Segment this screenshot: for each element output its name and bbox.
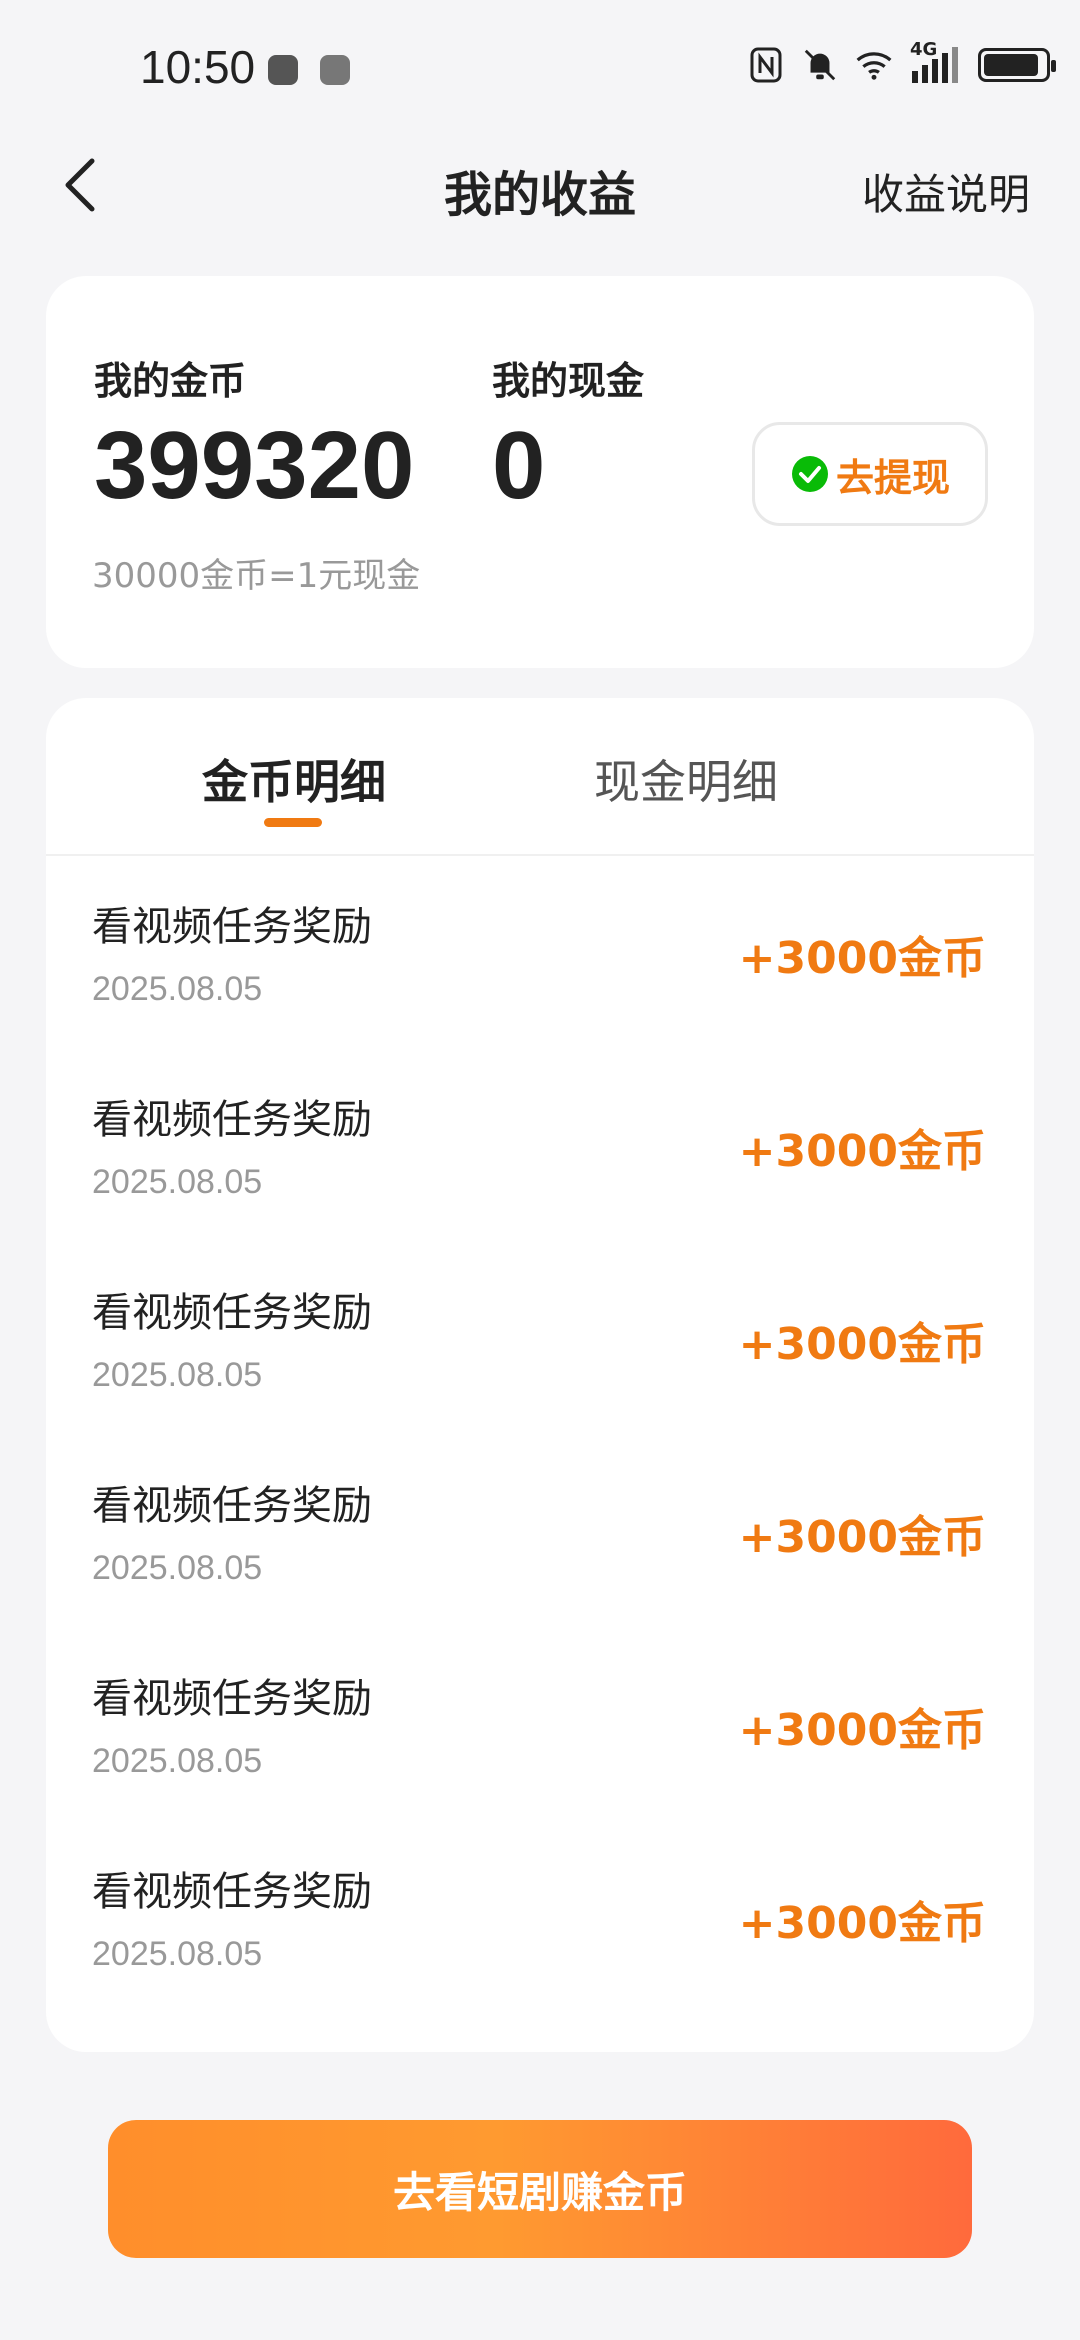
- exchange-rate-text: 30000金币=1元现金: [92, 556, 421, 596]
- battery-icon: [978, 48, 1056, 82]
- record-list: 看视频任务奖励 2025.08.05 +3000金币 看视频任务奖励 2025.…: [46, 856, 1034, 2014]
- record-amount: +3000金币: [738, 1319, 986, 1370]
- record-amount: +3000金币: [738, 1705, 986, 1756]
- record-amount: +3000金币: [738, 1512, 986, 1563]
- earnings-explanation-link[interactable]: 收益说明: [862, 161, 1030, 222]
- withdraw-button[interactable]: 去提现: [752, 422, 988, 526]
- tab-cash-details[interactable]: 现金明细: [536, 746, 836, 812]
- wifi-icon: [856, 45, 892, 85]
- record-title: 看视频任务奖励: [92, 1676, 372, 1722]
- record-title: 看视频任务奖励: [92, 1869, 372, 1915]
- list-item: 看视频任务奖励 2025.08.05 +3000金币: [46, 1821, 1034, 2014]
- record-date: 2025.08.05: [92, 970, 263, 1008]
- record-date: 2025.08.05: [92, 1742, 263, 1780]
- record-title: 看视频任务奖励: [92, 904, 372, 950]
- record-title: 看视频任务奖励: [92, 1290, 372, 1336]
- battery-level: [984, 54, 1038, 76]
- cash-balance: 我的现金 0: [492, 350, 644, 514]
- record-amount: +3000金币: [738, 933, 986, 984]
- signal-4g-icon: 4G: [910, 39, 960, 85]
- cash-value: 0: [492, 412, 546, 519]
- nav-bar: 我的收益 收益说明: [0, 135, 1080, 235]
- coins-value: 399320: [94, 412, 415, 519]
- watch-drama-earn-coins-button[interactable]: 去看短剧赚金币: [108, 2120, 972, 2258]
- withdraw-label: 去提现: [835, 455, 950, 500]
- coins-label: 我的金币: [94, 359, 247, 403]
- mute-icon: [802, 45, 838, 85]
- active-tab-indicator: [264, 818, 322, 827]
- record-title: 看视频任务奖励: [92, 1483, 372, 1529]
- record-date: 2025.08.05: [92, 1549, 263, 1587]
- list-item: 看视频任务奖励 2025.08.05 +3000金币: [46, 1049, 1034, 1242]
- record-date: 2025.08.05: [92, 1163, 263, 1201]
- nfc-icon: [748, 45, 784, 85]
- list-item: 看视频任务奖励 2025.08.05 +3000金币: [46, 1242, 1034, 1435]
- detail-card: 金币明细 现金明细 看视频任务奖励 2025.08.05 +3000金币 看视频…: [46, 698, 1034, 2052]
- status-time: 10:50: [140, 41, 256, 93]
- status-icons: 4G: [748, 39, 1056, 85]
- record-amount: +3000金币: [738, 1126, 986, 1177]
- wechat-icon: [791, 456, 828, 492]
- cash-label: 我的现金: [492, 359, 645, 403]
- status-bar: 10:50 4G: [0, 0, 1080, 135]
- balance-card: 我的金币 399320 我的现金 0 30000金币=1元现金 去提现: [46, 276, 1034, 668]
- tab-coin-details[interactable]: 金币明细: [144, 746, 444, 812]
- record-date: 2025.08.05: [92, 1356, 263, 1394]
- record-title: 看视频任务奖励: [92, 1097, 372, 1143]
- record-date: 2025.08.05: [92, 1935, 263, 1973]
- coins-balance: 我的金币 399320: [94, 350, 414, 514]
- list-item: 看视频任务奖励 2025.08.05 +3000金币: [46, 1628, 1034, 1821]
- app-notification-icon: [268, 55, 298, 85]
- list-item: 看视频任务奖励 2025.08.05 +3000金币: [46, 856, 1034, 1049]
- detail-tabs: 金币明细 现金明细: [46, 698, 1034, 856]
- app-notification-icon: [320, 55, 350, 85]
- signal-label: 4G: [910, 39, 938, 60]
- earn-button-label: 去看短剧赚金币: [392, 2167, 687, 2217]
- record-amount: +3000金币: [738, 1898, 986, 1949]
- list-item: 看视频任务奖励 2025.08.05 +3000金币: [46, 1435, 1034, 1628]
